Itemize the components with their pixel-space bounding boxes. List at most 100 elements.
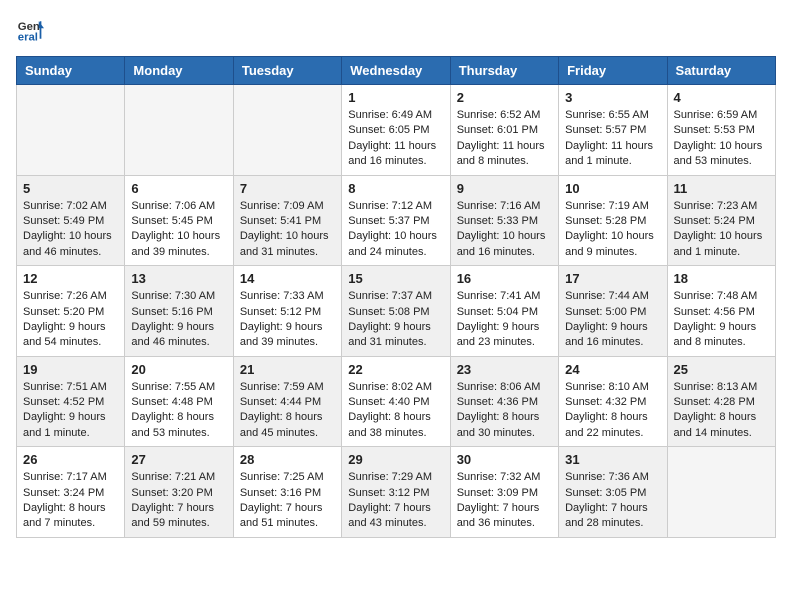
day-info: Sunrise: 7:36 AM Sunset: 3:05 PM Dayligh… [565, 470, 660, 532]
calendar-cell: 22 Sunrise: 8:02 AM Sunset: 4:40 PM Dayli… [342, 356, 450, 447]
calendar-cell: 29 Sunrise: 7:29 AM Sunset: 3:12 PM Dayli… [342, 447, 450, 538]
weekday-header: Sunday [17, 57, 125, 85]
day-number: 26 [23, 452, 118, 467]
weekday-header: Saturday [667, 57, 775, 85]
calendar-cell: 14 Sunrise: 7:33 AM Sunset: 5:12 PM Dayli… [233, 266, 341, 357]
calendar-cell: 10 Sunrise: 7:19 AM Sunset: 5:28 PM Dayli… [559, 175, 667, 266]
day-info: Sunrise: 7:44 AM Sunset: 5:00 PM Dayligh… [565, 289, 660, 351]
logo: Gen eral [16, 16, 48, 44]
day-number: 2 [457, 90, 552, 105]
page-header: Gen eral [16, 16, 776, 44]
day-info: Sunrise: 8:02 AM Sunset: 4:40 PM Dayligh… [348, 380, 443, 442]
day-info: Sunrise: 7:32 AM Sunset: 3:09 PM Dayligh… [457, 470, 552, 532]
weekday-header: Tuesday [233, 57, 341, 85]
calendar-header-row: SundayMondayTuesdayWednesdayThursdayFrid… [17, 57, 776, 85]
calendar-cell: 8 Sunrise: 7:12 AM Sunset: 5:37 PM Daylig… [342, 175, 450, 266]
day-number: 19 [23, 362, 118, 377]
calendar-cell: 1 Sunrise: 6:49 AM Sunset: 6:05 PM Daylig… [342, 85, 450, 176]
calendar-cell: 20 Sunrise: 7:55 AM Sunset: 4:48 PM Dayli… [125, 356, 233, 447]
calendar-cell: 12Sunrise: 7:26 AM Sunset: 5:20 PM Dayli… [17, 266, 125, 357]
day-number: 25 [674, 362, 769, 377]
calendar-table: SundayMondayTuesdayWednesdayThursdayFrid… [16, 56, 776, 538]
calendar-cell: 21 Sunrise: 7:59 AM Sunset: 4:44 PM Dayli… [233, 356, 341, 447]
day-info: Sunrise: 8:10 AM Sunset: 4:32 PM Dayligh… [565, 380, 660, 442]
day-info: Sunrise: 7:25 AM Sunset: 3:16 PM Dayligh… [240, 470, 335, 532]
day-info: Sunrise: 7:19 AM Sunset: 5:28 PM Dayligh… [565, 199, 660, 261]
calendar-week-row: 19 Sunrise: 7:51 AM Sunset: 4:52 PM Dayli… [17, 356, 776, 447]
calendar-cell: 15 Sunrise: 7:37 AM Sunset: 5:08 PM Dayli… [342, 266, 450, 357]
day-number: 6 [131, 181, 226, 196]
day-info: Sunrise: 7:12 AM Sunset: 5:37 PM Dayligh… [348, 199, 443, 261]
day-info: Sunrise: 7:06 AM Sunset: 5:45 PM Dayligh… [131, 199, 226, 261]
day-number: 20 [131, 362, 226, 377]
day-info: Sunrise: 7:09 AM Sunset: 5:41 PM Dayligh… [240, 199, 335, 261]
day-info: Sunrise: 7:48 AM Sunset: 4:56 PM Dayligh… [674, 289, 769, 351]
calendar-cell: 4 Sunrise: 6:59 AM Sunset: 5:53 PM Daylig… [667, 85, 775, 176]
calendar-cell: 23Sunrise: 8:06 AM Sunset: 4:36 PM Dayli… [450, 356, 558, 447]
day-info: Sunrise: 6:52 AM Sunset: 6:01 PM Dayligh… [457, 108, 552, 170]
day-info: Sunrise: 6:49 AM Sunset: 6:05 PM Dayligh… [348, 108, 443, 170]
day-info: Sunrise: 7:55 AM Sunset: 4:48 PM Dayligh… [131, 380, 226, 442]
day-info: Sunrise: 7:02 AM Sunset: 5:49 PM Dayligh… [23, 199, 118, 261]
day-number: 17 [565, 271, 660, 286]
calendar-cell: 9Sunrise: 7:16 AM Sunset: 5:33 PM Daylig… [450, 175, 558, 266]
day-info: Sunrise: 7:26 AM Sunset: 5:20 PM Dayligh… [23, 289, 118, 351]
calendar-cell: 18 Sunrise: 7:48 AM Sunset: 4:56 PM Dayli… [667, 266, 775, 357]
weekday-header: Monday [125, 57, 233, 85]
day-info: Sunrise: 7:51 AM Sunset: 4:52 PM Dayligh… [23, 380, 118, 442]
calendar-cell: 5 Sunrise: 7:02 AM Sunset: 5:49 PM Daylig… [17, 175, 125, 266]
calendar-cell: 7 Sunrise: 7:09 AM Sunset: 5:41 PM Daylig… [233, 175, 341, 266]
calendar-cell [17, 85, 125, 176]
calendar-cell [667, 447, 775, 538]
calendar-cell: 30 Sunrise: 7:32 AM Sunset: 3:09 PM Dayli… [450, 447, 558, 538]
calendar-cell: 11Sunrise: 7:23 AM Sunset: 5:24 PM Dayli… [667, 175, 775, 266]
calendar-cell: 17 Sunrise: 7:44 AM Sunset: 5:00 PM Dayli… [559, 266, 667, 357]
calendar-week-row: 12Sunrise: 7:26 AM Sunset: 5:20 PM Dayli… [17, 266, 776, 357]
day-info: Sunrise: 7:33 AM Sunset: 5:12 PM Dayligh… [240, 289, 335, 351]
calendar-cell: 28 Sunrise: 7:25 AM Sunset: 3:16 PM Dayli… [233, 447, 341, 538]
day-info: Sunrise: 7:17 AM Sunset: 3:24 PM Dayligh… [23, 470, 118, 532]
day-info: Sunrise: 7:59 AM Sunset: 4:44 PM Dayligh… [240, 380, 335, 442]
calendar-cell: 2 Sunrise: 6:52 AM Sunset: 6:01 PM Daylig… [450, 85, 558, 176]
calendar-week-row: 5 Sunrise: 7:02 AM Sunset: 5:49 PM Daylig… [17, 175, 776, 266]
day-number: 15 [348, 271, 443, 286]
day-info: Sunrise: 7:37 AM Sunset: 5:08 PM Dayligh… [348, 289, 443, 351]
day-info: Sunrise: 7:29 AM Sunset: 3:12 PM Dayligh… [348, 470, 443, 532]
day-number: 24 [565, 362, 660, 377]
day-info: Sunrise: 8:06 AM Sunset: 4:36 PM Dayligh… [457, 380, 552, 442]
day-number: 10 [565, 181, 660, 196]
day-number: 13 [131, 271, 226, 286]
day-number: 29 [348, 452, 443, 467]
day-number: 21 [240, 362, 335, 377]
day-info: Sunrise: 6:55 AM Sunset: 5:57 PM Dayligh… [565, 108, 660, 170]
calendar-cell: 16Sunrise: 7:41 AM Sunset: 5:04 PM Dayli… [450, 266, 558, 357]
day-number: 5 [23, 181, 118, 196]
day-number: 14 [240, 271, 335, 286]
day-info: Sunrise: 6:59 AM Sunset: 5:53 PM Dayligh… [674, 108, 769, 170]
calendar-cell: 31Sunrise: 7:36 AM Sunset: 3:05 PM Dayli… [559, 447, 667, 538]
day-info: Sunrise: 7:21 AM Sunset: 3:20 PM Dayligh… [131, 470, 226, 532]
logo-icon: Gen eral [16, 16, 44, 44]
weekday-header: Thursday [450, 57, 558, 85]
calendar-cell: 6 Sunrise: 7:06 AM Sunset: 5:45 PM Daylig… [125, 175, 233, 266]
weekday-header: Friday [559, 57, 667, 85]
calendar-cell: 25Sunrise: 8:13 AM Sunset: 4:28 PM Dayli… [667, 356, 775, 447]
day-number: 18 [674, 271, 769, 286]
day-number: 4 [674, 90, 769, 105]
day-info: Sunrise: 7:30 AM Sunset: 5:16 PM Dayligh… [131, 289, 226, 351]
calendar-cell: 26 Sunrise: 7:17 AM Sunset: 3:24 PM Dayli… [17, 447, 125, 538]
day-number: 8 [348, 181, 443, 196]
day-number: 11 [674, 181, 769, 196]
calendar-cell: 19 Sunrise: 7:51 AM Sunset: 4:52 PM Dayli… [17, 356, 125, 447]
calendar-cell: 3 Sunrise: 6:55 AM Sunset: 5:57 PM Daylig… [559, 85, 667, 176]
day-number: 9 [457, 181, 552, 196]
day-number: 28 [240, 452, 335, 467]
day-number: 22 [348, 362, 443, 377]
day-number: 1 [348, 90, 443, 105]
day-number: 7 [240, 181, 335, 196]
day-number: 3 [565, 90, 660, 105]
calendar-cell [125, 85, 233, 176]
day-number: 30 [457, 452, 552, 467]
calendar-week-row: 26 Sunrise: 7:17 AM Sunset: 3:24 PM Dayli… [17, 447, 776, 538]
calendar-week-row: 1 Sunrise: 6:49 AM Sunset: 6:05 PM Daylig… [17, 85, 776, 176]
